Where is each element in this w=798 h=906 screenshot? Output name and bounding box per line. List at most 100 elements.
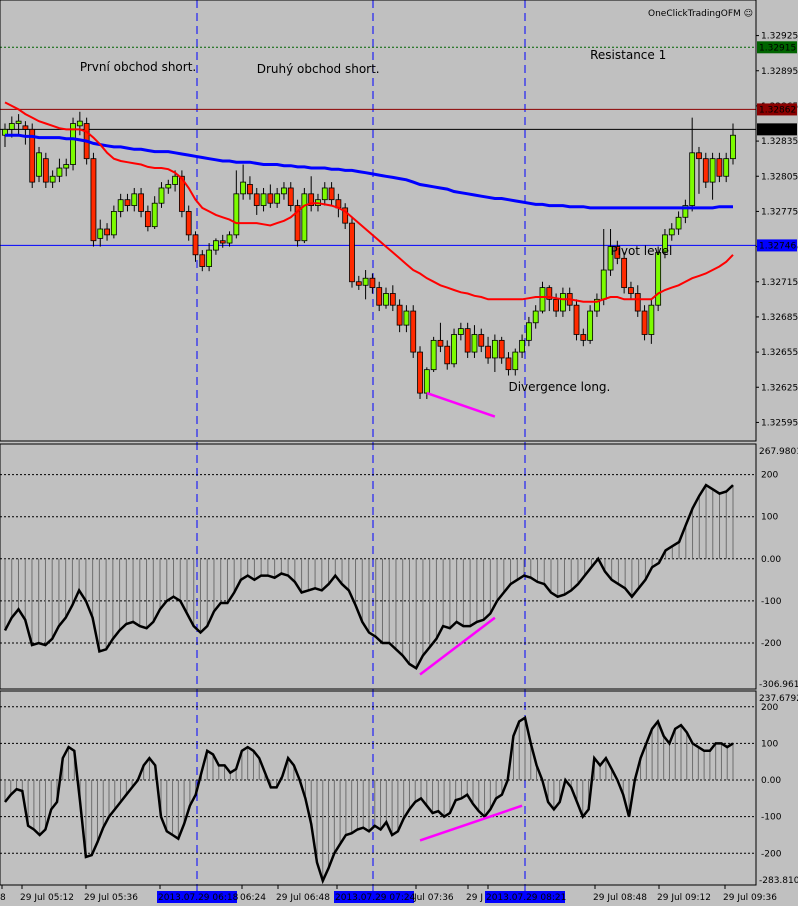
- hline-price-label: 1.32862: [759, 105, 796, 115]
- candle-body: [321, 187, 328, 201]
- time-tick-label: 29 Jul 09:12: [657, 893, 711, 903]
- candle: [70, 117, 76, 171]
- candle-body: [689, 152, 696, 206]
- candle-body: [464, 328, 471, 353]
- candle-body: [76, 120, 83, 127]
- candle-body: [158, 187, 165, 204]
- candle-body: [349, 222, 355, 283]
- oscillator-tick-label: -200: [761, 639, 782, 649]
- price-tick-label: 1.32595: [761, 418, 798, 428]
- candle-body: [457, 328, 464, 335]
- annotation-text: Pivot level: [611, 244, 673, 258]
- candle: [621, 252, 628, 294]
- price-tick-label: 1.32625: [761, 383, 798, 393]
- candle-body: [56, 167, 63, 177]
- oscillator-tick-label: -200: [761, 849, 782, 859]
- time-tick-label: 29 Jul 05:12: [20, 893, 74, 903]
- candle-body: [355, 281, 362, 286]
- time-tick-label: 29 Jul 09:36: [723, 893, 777, 903]
- candle-body: [600, 269, 607, 300]
- candle-body: [648, 304, 655, 335]
- candle-body: [213, 240, 219, 251]
- price-tick-label: 1.32925: [761, 32, 798, 42]
- candle-body: [138, 193, 144, 212]
- price-tick-label: 1.32895: [761, 67, 798, 77]
- candle-body: [253, 193, 260, 206]
- price-tick-label: 1.32715: [761, 278, 798, 288]
- candle-body: [702, 158, 709, 183]
- candle-body: [117, 199, 124, 212]
- time-tick-label: 29 Jul 08:48: [593, 893, 647, 903]
- candle-body: [512, 351, 519, 371]
- candle-body: [383, 293, 389, 306]
- candle-body: [437, 339, 444, 347]
- time-tick-label: 2013.07.29 06:18: [158, 893, 239, 903]
- candle-body: [539, 287, 546, 312]
- candle: [587, 305, 594, 344]
- candle-body: [430, 339, 437, 371]
- price-tick-label: 1.32685: [761, 313, 798, 323]
- candle-body: [110, 211, 117, 236]
- candle-body: [403, 310, 410, 326]
- time-tick-label: 29 Jul 06:48: [276, 893, 330, 903]
- candle-body: [90, 158, 97, 242]
- candle-body: [478, 334, 485, 347]
- oscillator-tick-label: 100: [761, 513, 778, 523]
- oscillator-tick-label: -100: [761, 813, 782, 823]
- candle-body: [36, 152, 42, 177]
- candle: [573, 299, 580, 341]
- time-tick-label: 2013.07.29 07:24: [335, 893, 416, 903]
- candle: [90, 152, 97, 247]
- chart-canvas[interactable]: První obchod short. Druhý obchod short. Re…: [0, 0, 798, 906]
- candle-body: [696, 152, 702, 160]
- candle-body: [240, 181, 247, 195]
- candle-body: [219, 240, 226, 244]
- candle-body: [423, 369, 430, 394]
- hline-price-label: 1.32746: [759, 241, 796, 251]
- candle-body: [124, 199, 131, 206]
- hline-price-label: 1.32915: [759, 43, 796, 53]
- candle-body: [560, 293, 566, 312]
- time-tick-label: Jul 07:36: [413, 893, 454, 903]
- candle-body: [389, 293, 396, 306]
- time-tick-label: 8: [0, 893, 6, 903]
- candle: [430, 336, 437, 373]
- candle-body: [287, 187, 294, 206]
- candle-body: [641, 310, 648, 335]
- candle-body: [328, 187, 335, 201]
- candle: [301, 187, 308, 244]
- time-tick-label: 29 J: [466, 893, 483, 903]
- candle-body: [485, 345, 491, 359]
- time-tick-label: 2013.07.29 08:21: [486, 893, 566, 903]
- candle: [451, 328, 457, 368]
- candle-body: [206, 249, 213, 267]
- oscillator-tick-label: 0.00: [761, 776, 781, 786]
- candle-body: [42, 158, 49, 183]
- candle-body: [267, 193, 274, 204]
- candle-body: [587, 310, 594, 341]
- candle-body: [144, 211, 151, 228]
- candle: [29, 123, 36, 188]
- candle-body: [668, 228, 675, 236]
- annotation-text: První obchod short.: [80, 60, 196, 74]
- candle-body: [172, 175, 178, 185]
- oscillator-min-label: -283.8108: [759, 876, 798, 886]
- candle-body: [369, 277, 376, 289]
- candle: [410, 305, 417, 358]
- candle-body: [301, 193, 308, 242]
- price-tick-label: 1.32775: [761, 207, 798, 217]
- candle-body: [49, 175, 56, 183]
- oscillator-tick-label: -100: [761, 597, 782, 607]
- candle-body: [410, 310, 417, 353]
- candle-body: [525, 322, 532, 341]
- candle-body: [281, 187, 287, 195]
- candle-body: [573, 304, 580, 335]
- oscillator-tick-label: 100: [761, 739, 778, 749]
- candle-body: [165, 184, 172, 189]
- candle-body: [505, 357, 512, 371]
- candle-body: [22, 125, 29, 130]
- oscillator-max-label: 267.9801: [759, 447, 798, 457]
- price-tick-label: 1.32835: [761, 137, 798, 147]
- candle-body: [63, 164, 70, 169]
- annotation-text: Resistance 1: [590, 48, 666, 62]
